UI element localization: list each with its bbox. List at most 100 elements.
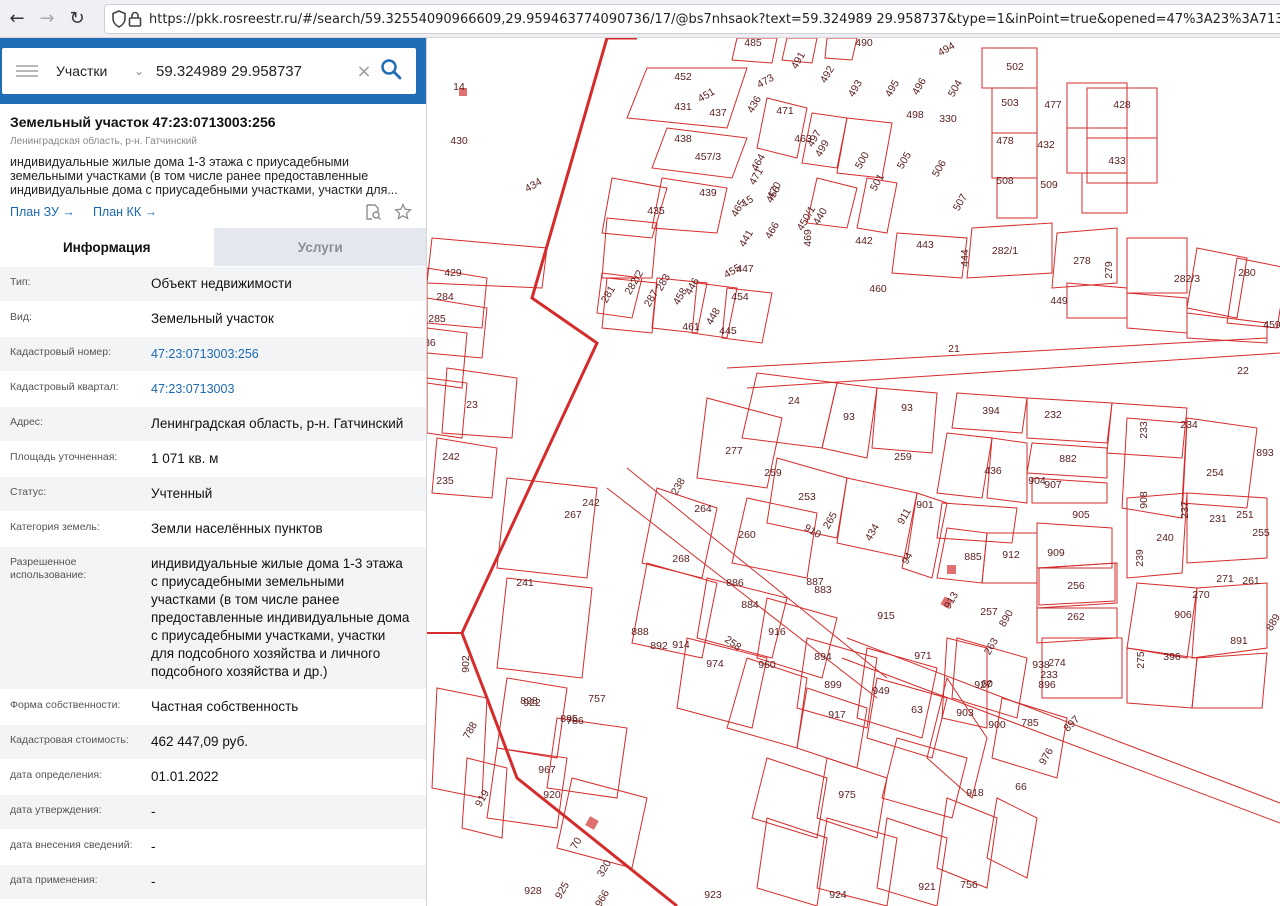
parcel-label: 949: [872, 685, 890, 697]
parcel-label: 429: [444, 267, 462, 279]
parcel-outline[interactable]: [546, 717, 628, 799]
parcel-outline[interactable]: [796, 687, 868, 769]
parcel-label: 912: [1002, 549, 1020, 561]
parcel-label: 491: [789, 50, 808, 71]
parcel-outline[interactable]: [1191, 652, 1268, 709]
parcel-label: 278: [1073, 255, 1091, 267]
parcel-label: 238: [669, 476, 688, 497]
info-label: дата определения:: [10, 769, 103, 781]
object-description: индивидуальные жилые дома 1-3 этажа с пр…: [10, 155, 398, 197]
parcel-label: 496: [910, 76, 929, 97]
boundary-line: [841, 657, 1280, 824]
info-row: дата внесения сведений: -: [0, 829, 426, 864]
parcel-label: 279: [1103, 261, 1115, 279]
cadastral-map[interactable]: 485 490 494 502 14 473 491 492 493 495 496 504 503 47…: [427, 38, 1280, 906]
parcel-outline[interactable]: [836, 117, 893, 179]
forward-icon[interactable]: →: [32, 4, 62, 34]
parcel-label: 915: [877, 610, 895, 622]
parcel-label: 507: [951, 192, 970, 213]
parcel-label: 477: [1044, 99, 1062, 111]
chevron-down-icon[interactable]: ⌄: [134, 64, 154, 78]
parcel-outline[interactable]: [1066, 282, 1128, 319]
parcel-label: 900: [988, 719, 1006, 731]
info-row: Площадь уточненная: 1 071 кв. м: [0, 441, 426, 476]
parcel-outline[interactable]: [427, 377, 468, 439]
shield-icon[interactable]: [111, 8, 127, 30]
menu-icon[interactable]: [16, 62, 38, 80]
parcel-outline[interactable]: [871, 387, 938, 454]
parcel-outline[interactable]: [496, 577, 593, 679]
document-search-icon[interactable]: [364, 203, 382, 226]
url-text[interactable]: https://pkk.rosreestr.ru/#/search/59.325…: [149, 12, 1280, 27]
parcel-label: 320: [595, 858, 614, 879]
parcel-outline[interactable]: [1086, 87, 1158, 139]
parcel-outline[interactable]: [1081, 172, 1128, 214]
parcel-label: 902: [460, 655, 472, 673]
info-value-link[interactable]: 47:23:0713003: [141, 372, 411, 406]
parcel-label: 261: [1242, 575, 1260, 587]
parcel-outline[interactable]: [741, 372, 838, 449]
parcel-label: 441: [737, 228, 756, 249]
parcel-label: 235: [436, 475, 454, 487]
parcel-outline[interactable]: [876, 817, 948, 906]
info-row: дата определения: 01.01.2022: [0, 759, 426, 794]
parcel-label: 282/1: [992, 245, 1018, 257]
parcel-label: 265: [821, 510, 840, 531]
parcel-label: 899: [824, 679, 842, 691]
parcel-outline[interactable]: [1181, 417, 1258, 509]
parcel-outline[interactable]: [936, 502, 1018, 544]
search-type-select[interactable]: Участки: [56, 63, 134, 79]
search-input[interactable]: [156, 62, 352, 80]
close-icon[interactable]: ×: [352, 61, 376, 82]
parcel-label: 254: [1206, 467, 1224, 479]
search-icon[interactable]: [380, 58, 406, 84]
info-label: Форма собственности:: [10, 699, 121, 711]
parcel-label: 256: [1067, 580, 1085, 592]
parcel-outline[interactable]: [991, 87, 1038, 134]
parcel-outline[interactable]: [1026, 397, 1113, 444]
parcel-outline[interactable]: [726, 657, 808, 749]
tab-information[interactable]: Информация: [0, 228, 214, 266]
parcel-outline[interactable]: [824, 38, 858, 61]
parcel-label: 231: [1209, 513, 1227, 525]
back-icon[interactable]: ←: [2, 4, 32, 34]
plan-links: План ЗУ → План КК →: [10, 205, 157, 219]
parcel-outline[interactable]: [1126, 292, 1188, 334]
parcel-outline[interactable]: [1121, 417, 1188, 519]
parcel-label: 234: [1180, 419, 1198, 431]
map-canvas[interactable]: 485 490 494 502 14 473 491 492 493 495 496 504 503 47…: [427, 38, 1280, 906]
parcel-outline[interactable]: [881, 737, 968, 819]
parcel-label: 233: [1138, 421, 1150, 439]
reload-icon[interactable]: ↻: [62, 4, 92, 34]
parcel-outline[interactable]: [676, 637, 768, 729]
parcel-outline[interactable]: [1036, 522, 1113, 569]
plan-zu-link[interactable]: План ЗУ →: [10, 205, 75, 219]
address-bar[interactable]: https://pkk.rosreestr.ru/#/search/59.325…: [104, 4, 1280, 34]
parcel-label: 471: [776, 105, 794, 117]
parcel-outline[interactable]: [431, 687, 488, 799]
plan-kk-link[interactable]: План КК →: [93, 205, 157, 219]
info-label: Кадастровый номер:: [10, 346, 112, 358]
tab-services[interactable]: Услуги: [213, 228, 426, 266]
parcel-label: 925: [553, 880, 572, 901]
parcel-outline[interactable]: [926, 676, 988, 799]
parcel-label: 967: [538, 764, 556, 776]
parcel-label: 444: [959, 249, 971, 267]
parcel-outline[interactable]: [431, 437, 498, 499]
parcel-outline[interactable]: [441, 367, 518, 439]
parcel-label: 888: [631, 626, 649, 638]
parcel-label: 469: [802, 229, 814, 247]
parcel-label: 262: [1067, 611, 1085, 623]
star-icon[interactable]: [394, 202, 412, 226]
parcel-outline[interactable]: [601, 217, 658, 279]
parcel-outline[interactable]: [486, 747, 568, 829]
info-label: Кадастровая стоимость:: [10, 734, 129, 746]
lock-icon[interactable]: [127, 8, 143, 30]
parcel-label: 21: [948, 343, 960, 355]
info-value-link[interactable]: 47:23:0713003:256: [141, 337, 411, 371]
parcel-label: 492: [818, 64, 837, 85]
parcel-label: 452: [674, 71, 692, 83]
info-label: Тип:: [10, 276, 31, 288]
parcel-outline[interactable]: [756, 817, 828, 906]
parcel-label: 905: [1072, 509, 1090, 521]
